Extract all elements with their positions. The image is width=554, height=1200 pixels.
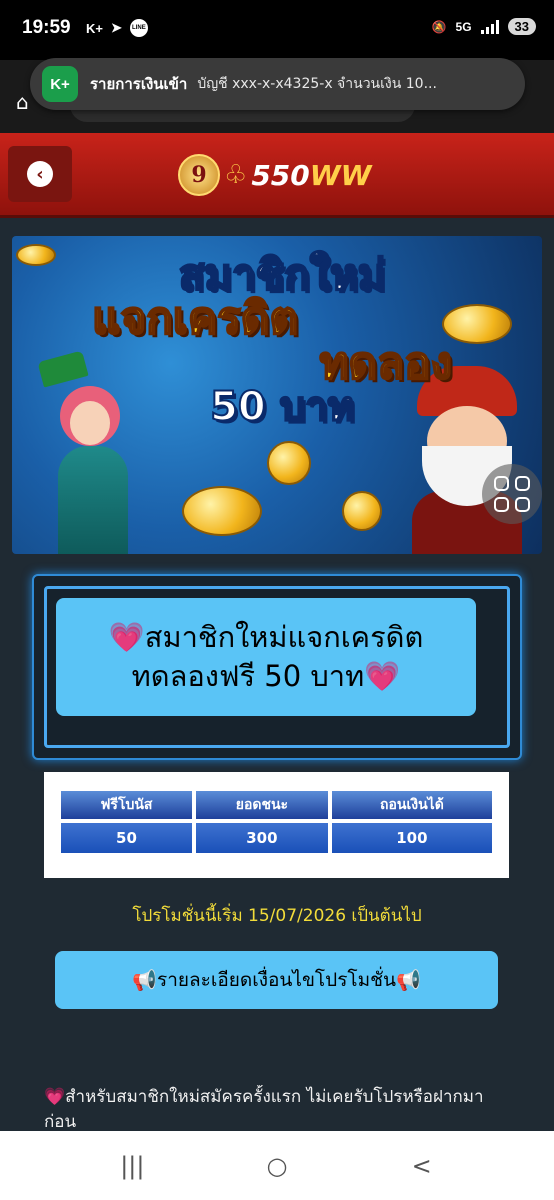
status-bar: 19:59 K+ ➤ LINE 🔕 5G 33 <box>0 0 554 60</box>
battery-icon: 33 <box>507 18 536 35</box>
signal-icon <box>480 19 499 34</box>
coin-icon <box>182 486 262 536</box>
telegram-icon: ➤ <box>110 20 122 35</box>
table-row: 50 300 100 <box>60 822 493 854</box>
megaphone-icon: 📢 <box>396 968 421 992</box>
chevron-left-icon: ‹ <box>27 161 53 187</box>
table-header: ยอดชนะ <box>194 790 329 820</box>
notification-title: รายการเงินเข้า <box>90 75 188 93</box>
table-header: ฟรีโบนัส <box>60 790 193 820</box>
mute-icon: 🔕 <box>431 19 447 34</box>
status-right-icons: 🔕 5G 33 <box>432 18 536 35</box>
table-cell: 50 <box>60 822 193 854</box>
table-cell: 100 <box>330 822 493 854</box>
megaphone-icon: 📢 <box>132 968 157 992</box>
club-icon: ♧ <box>224 160 248 190</box>
site-logo[interactable]: 9 ♧ 550WW <box>178 153 372 197</box>
promo-details-button[interactable]: 📢 รายละเอียดเงื่อนไขโปรโมชั่น 📢 <box>55 951 498 1009</box>
promo-start-note: โปรโมชั่นนี้เริ่ม 15/07/2026 เป็นต้นไป <box>132 906 422 926</box>
heart-icon: 💗 <box>44 1087 66 1107</box>
promo-table: ฟรีโบนัส ยอดชนะ ถอนเงินได้ 50 300 100 <box>44 772 509 878</box>
line-icon: LINE <box>129 19 148 37</box>
notification-body: บัญชี xxx-x-x4325-x จำนวนเงิน 10... <box>197 76 437 92</box>
status-time: 19:59 <box>22 17 71 38</box>
recent-apps-icon[interactable]: ||| <box>112 1152 152 1180</box>
logo-badge: 9 <box>178 154 220 196</box>
network-icon: 5G <box>455 19 472 34</box>
banner-title: สมาชิกใหม่ แจกเครดิต ทดลอง 50 บาท <box>91 250 453 430</box>
terms-text: สำหรับสมาชิกใหม่สมัครครั้งแรก ไม่เคยรับโ… <box>44 1087 484 1131</box>
home-button-icon[interactable]: ○ <box>257 1152 297 1180</box>
table-header: ถอนเงินได้ <box>330 790 493 820</box>
coin-icon <box>16 244 56 266</box>
site-header: ‹ 9 ♧ 550WW <box>0 133 554 218</box>
details-label: รายละเอียดเงื่อนไขโปรโมชั่น <box>156 969 397 991</box>
back-nav-icon[interactable]: < <box>402 1152 442 1180</box>
bank-notification[interactable]: K+ รายการเงินเข้า บัญชี xxx-x-x4325-x จำ… <box>30 58 525 110</box>
coin-icon <box>267 441 311 485</box>
k-plus-icon: K+ <box>86 20 103 36</box>
table-cell: 300 <box>194 822 329 854</box>
back-button[interactable]: ‹ <box>8 146 72 202</box>
status-left-icons: K+ ➤ LINE <box>86 19 148 37</box>
android-nav-bar: ||| ○ < <box>0 1131 554 1200</box>
floating-menu-button[interactable] <box>482 464 542 524</box>
promo-card: 💗สมาชิกใหม่แจกเครดิตทดลองฟรี 50 บาท💗 <box>32 574 522 760</box>
promo-terms: 💗สำหรับสมาชิกใหม่สมัครครั้งแรก ไม่เคยรับ… <box>44 1085 514 1131</box>
k-plus-app-icon: K+ <box>42 66 78 102</box>
promo-heading: 💗สมาชิกใหม่แจกเครดิตทดลองฟรี 50 บาท💗 <box>56 598 476 716</box>
promo-banner: สมาชิกใหม่ แจกเครดิต ทดลอง 50 บาท <box>12 236 542 554</box>
coin-icon <box>342 491 382 531</box>
logo-text: 550WW <box>251 158 372 192</box>
